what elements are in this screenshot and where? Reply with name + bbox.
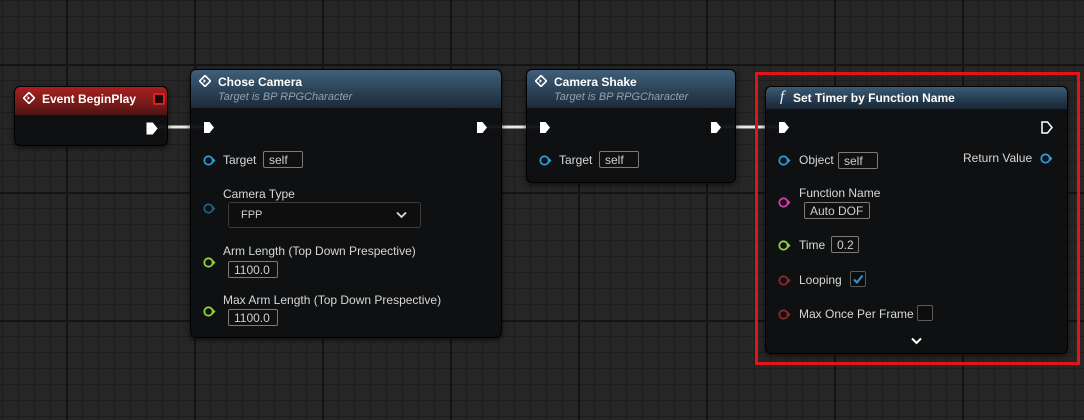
chose-camera-node[interactable]: Chose Camera Target is BP RPGCharacter T… <box>190 69 502 338</box>
function-call-icon <box>199 75 211 87</box>
camera-shake-title: Camera Shake <box>554 75 637 89</box>
target-value-field[interactable]: self <box>263 151 303 168</box>
target-value-field[interactable]: self <box>599 151 639 168</box>
camera-type-label: Camera Type <box>223 187 295 201</box>
arm-length-pin[interactable] <box>203 257 216 268</box>
chose-camera-subtitle: Target is BP RPGCharacter <box>218 91 353 103</box>
delegate-pin[interactable] <box>153 93 165 105</box>
camera-type-value: FPP <box>241 209 263 221</box>
target-label: Target <box>559 153 593 167</box>
max-arm-length-field[interactable]: 1100.0 <box>228 309 278 326</box>
highlight-box <box>755 72 1080 365</box>
camera-shake-header[interactable]: Camera Shake Target is BP RPGCharacter <box>527 70 735 108</box>
camera-shake-subtitle: Target is BP RPGCharacter <box>554 91 689 103</box>
max-arm-length-pin[interactable] <box>203 306 216 317</box>
chose-camera-header[interactable]: Chose Camera Target is BP RPGCharacter <box>191 70 501 108</box>
function-call-icon <box>535 75 547 87</box>
exec-in-pin[interactable] <box>203 121 215 134</box>
exec-out-pin[interactable] <box>476 121 488 134</box>
event-begin-play-node[interactable]: Event BeginPlay <box>14 86 168 146</box>
event-begin-play-header[interactable]: Event BeginPlay <box>15 87 167 115</box>
exec-out-pin[interactable] <box>710 121 722 134</box>
camera-type-dropdown[interactable]: FPP <box>228 202 421 228</box>
camera-shake-node[interactable]: Camera Shake Target is BP RPGCharacter T… <box>526 69 736 183</box>
event-begin-play-title: Event BeginPlay <box>42 92 137 106</box>
chose-camera-title: Chose Camera <box>218 75 303 89</box>
target-pin[interactable] <box>203 155 216 166</box>
chevron-down-icon <box>396 211 407 219</box>
exec-in-pin[interactable] <box>539 121 551 134</box>
target-pin[interactable] <box>539 155 552 166</box>
camera-type-pin[interactable] <box>203 203 216 214</box>
event-icon <box>23 92 35 104</box>
exec-out-pin[interactable] <box>146 122 158 135</box>
arm-length-label: Arm Length (Top Down Prespective) <box>223 244 416 258</box>
arm-length-field[interactable]: 1100.0 <box>228 261 278 278</box>
max-arm-length-label: Max Arm Length (Top Down Prespective) <box>223 293 442 307</box>
target-label: Target <box>223 153 257 167</box>
